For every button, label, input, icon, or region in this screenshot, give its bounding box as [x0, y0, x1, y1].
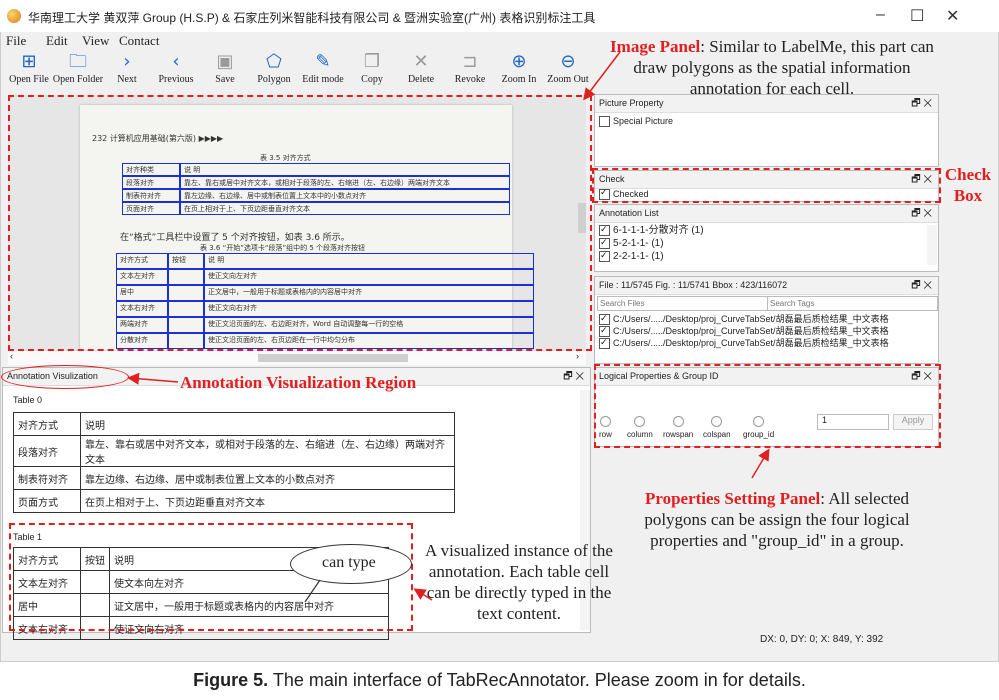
caption-label: Figure 5. [193, 670, 269, 690]
callout-pointer [304, 579, 321, 603]
arrow-image-panel [583, 51, 621, 101]
arrow-properties [751, 448, 770, 479]
figure-caption: Figure 5. The main interface of TabRecAn… [0, 670, 999, 691]
annotation-arrows [127, 51, 770, 603]
caption-text: The main interface of TabRecAnnotator. P… [268, 670, 806, 690]
arrow-vis-region [127, 372, 179, 385]
arrow-instance [413, 588, 433, 601]
